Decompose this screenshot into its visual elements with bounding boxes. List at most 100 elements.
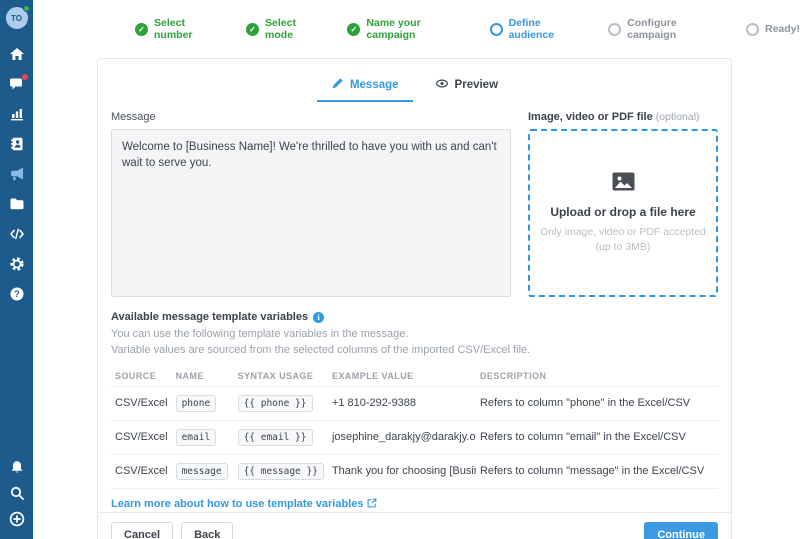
sidebar-item-settings[interactable] [9,256,25,272]
eye-icon [435,77,449,93]
image-placeholder-icon [612,172,635,196]
tab-label: Preview [455,79,498,91]
gear-icon [9,256,25,272]
home-icon [9,46,25,62]
plus-circle-icon [9,511,25,527]
tab-preview[interactable]: Preview [421,72,512,102]
cell-description: Refers to column "email" in the Excel/CS… [476,420,718,454]
cell-example: josephine_darakjy@darakjy.org [328,420,476,454]
step-upcoming-icon [608,23,621,36]
sidebar-item-contacts[interactable] [9,136,25,152]
dropzone-subtitle: Only image, video or PDF accepted (up to… [540,225,706,253]
svg-text:?: ? [14,289,20,299]
continue-button[interactable]: Continue [644,522,718,539]
sidebar-item-files[interactable] [9,196,25,212]
folder-icon [9,196,25,212]
help-icon: ? [9,286,25,302]
table-row: CSV/Excel message {{ message }} Thank yo… [111,454,718,488]
header-source: SOURCE [111,366,172,387]
sidebar: TO [0,0,33,539]
user-avatar[interactable]: TO [6,7,28,29]
step-complete-icon: ✓ [347,23,360,36]
step-label: Select mode [265,17,320,41]
notifications-button[interactable] [9,459,25,475]
variables-description-line2: Variable values are sourced from the sel… [111,343,718,359]
bar-chart-icon [9,106,25,122]
search-icon [9,485,25,501]
sidebar-item-analytics[interactable] [9,106,25,122]
step-select-mode[interactable]: ✓ Select mode [246,17,320,41]
add-new-button[interactable] [9,511,25,527]
step-configure-campaign[interactable]: Configure campaign [608,17,719,41]
sidebar-item-help[interactable]: ? [9,286,25,302]
cell-description: Refers to column "phone" in the Excel/CS… [476,386,718,420]
step-define-audience[interactable]: Define audience [490,17,582,41]
search-button[interactable] [9,485,25,501]
variable-name-chip: message [176,463,228,480]
dropzone-title: Upload or drop a file here [550,205,695,219]
variable-syntax-chip: {{ phone }} [238,395,313,412]
header-description: DESCRIPTION [476,366,718,387]
table-header-row: SOURCE NAME SYNTAX USAGE EXAMPLE VALUE D… [111,366,718,387]
back-button[interactable]: Back [181,522,233,539]
cell-source: CSV/Excel [111,386,172,420]
step-label: Name your campaign [366,17,462,41]
campaign-card: Message Preview Message Welcome to [Busi… [97,58,732,539]
step-complete-icon: ✓ [135,23,148,36]
cancel-button[interactable]: Cancel [111,522,173,539]
tab-label: Message [350,79,399,91]
variables-description-line1: You can use the following template varia… [111,327,718,343]
table-row: CSV/Excel email {{ email }} josephine_da… [111,420,718,454]
step-complete-icon: ✓ [246,23,259,36]
cell-description: Refers to column "message" in the Excel/… [476,454,718,488]
sidebar-item-campaigns[interactable] [9,166,25,182]
message-input[interactable]: Welcome to [Business Name]! We're thrill… [111,129,511,297]
megaphone-icon [9,166,25,182]
step-label: Select number [154,17,219,41]
variables-title: Available message template variables [111,311,308,323]
step-label: Ready! [765,23,800,35]
header-syntax: SYNTAX USAGE [234,366,328,387]
learn-more-link[interactable]: Learn more about how to use template var… [111,498,377,511]
cell-example: Thank you for choosing [Business Na… [328,454,476,488]
variables-description: You can use the following template varia… [111,327,718,359]
cell-example: +1 810-292-9388 [328,386,476,420]
sidebar-item-conversations[interactable] [9,76,25,92]
info-icon[interactable]: i [313,312,324,323]
variables-table: SOURCE NAME SYNTAX USAGE EXAMPLE VALUE D… [111,366,718,489]
code-icon [9,226,25,242]
step-name-campaign[interactable]: ✓ Name your campaign [347,17,462,41]
cell-source: CSV/Excel [111,420,172,454]
sidebar-bottom [9,454,25,532]
address-book-icon [9,136,25,152]
header-example: EXAMPLE VALUE [328,366,476,387]
step-upcoming-icon [746,23,759,36]
step-select-number[interactable]: ✓ Select number [135,17,219,41]
tab-message[interactable]: Message [317,72,413,102]
sidebar-item-home[interactable] [9,46,25,62]
app-root: TO [0,0,800,539]
card-footer: Cancel Back Continue [98,512,731,539]
header-name: NAME [172,366,234,387]
step-ready[interactable]: Ready! [746,23,800,36]
pencil-icon [331,77,344,93]
upload-optional-note: (optional) [656,111,700,123]
message-preview-tabs: Message Preview [98,59,731,102]
step-label: Configure campaign [627,17,719,41]
upload-label: Image, video or PDF file (optional) [528,111,718,123]
external-link-icon [367,498,377,511]
upload-label-text: Image, video or PDF file [528,111,653,123]
variable-name-chip: email [176,429,217,446]
main-area: ✓ Select number ✓ Select mode ✓ Name you… [33,0,800,539]
file-dropzone[interactable]: Upload or drop a file here Only image, v… [528,129,718,297]
step-current-icon [490,23,503,36]
sidebar-item-developer[interactable] [9,226,25,242]
step-label: Define audience [509,17,582,41]
notification-dot [22,74,28,80]
variable-syntax-chip: {{ message }} [238,463,324,480]
variables-title-row: Available message template variables i [111,311,718,323]
variable-name-chip: phone [176,395,217,412]
variable-syntax-chip: {{ email }} [238,429,313,446]
card-content: Message Welcome to [Business Name]! We'r… [98,102,731,512]
cell-source: CSV/Excel [111,454,172,488]
